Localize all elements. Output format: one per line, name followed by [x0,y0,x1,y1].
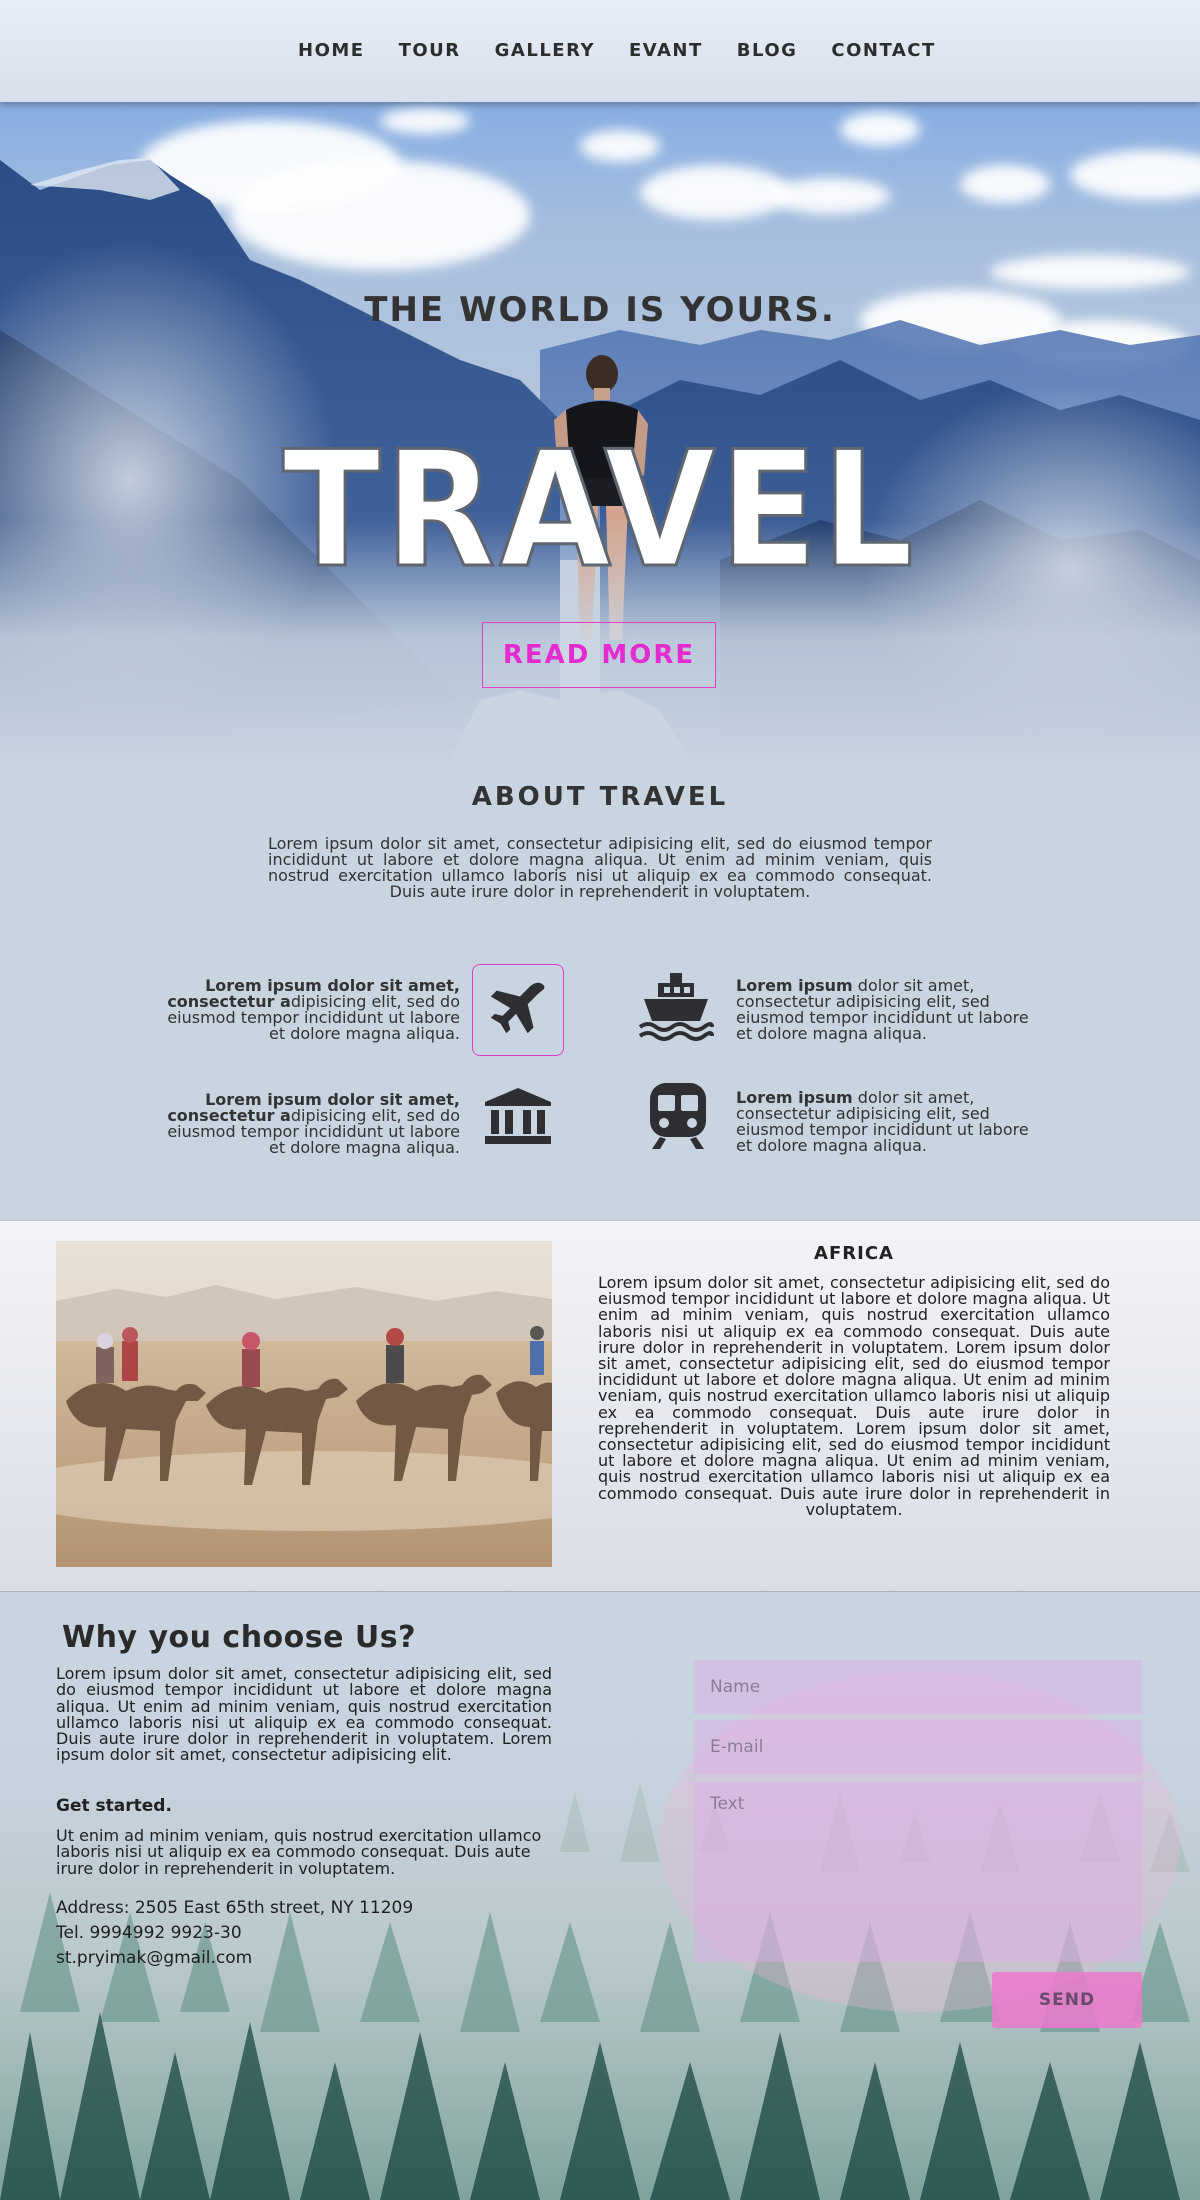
africa-title: AFRICA [814,1243,894,1264]
africa-text: Lorem ipsum dolor sit amet, consectetur … [598,1273,1110,1519]
feature-item-3: Lorem ipsum dolor sit amet, consectetur … [160,1092,460,1156]
nav-item-blog[interactable]: BLOG [737,40,798,61]
nav-item-home[interactable]: HOME [298,40,365,61]
email-input[interactable] [694,1720,1142,1774]
nav-menu: HOME TOUR GALLERY EVANT BLOG CONTACT [298,40,970,61]
contact-section: Why you choose Us? Lorem ipsum dolor sit… [0,1592,1200,2200]
get-started-heading: Get started. [56,1796,172,1816]
why-title: Why you choose Us? [62,1620,417,1655]
address-text: Address: 2505 East 65th street, NY 11209 [56,1898,414,1918]
ship-icon [630,960,722,1052]
email-text: st.pryimak@gmail.com [56,1948,253,1968]
nav-item-evant[interactable]: EVANT [629,40,703,61]
nav-item-gallery[interactable]: GALLERY [495,40,595,61]
hero-title: TRAVEL [281,416,918,603]
airplane-icon[interactable] [472,964,564,1056]
feature-item-2: Lorem ipsum dolor sit amet, consectetur … [736,978,1036,1042]
read-more-button[interactable]: READ MORE [482,622,716,688]
train-icon [632,1070,724,1162]
top-navigation: HOME TOUR GALLERY EVANT BLOG CONTACT [0,0,1200,102]
feature-item-1: Lorem ipsum dolor sit amet, consectetur … [160,978,460,1042]
hero-subtitle: THE WORLD IS YOURS. [364,290,836,330]
africa-photo [56,1241,552,1567]
feature-item-4: Lorem ipsum dolor sit amet, consectetur … [736,1090,1036,1154]
about-text: Lorem ipsum dolor sit amet, consectetur … [268,834,932,901]
message-textarea[interactable] [694,1782,1142,1962]
nav-item-contact[interactable]: CONTACT [831,40,935,61]
why-text-secondary: Ut enim ad minim veniam, quis nostrud ex… [56,1826,542,1878]
send-button[interactable]: SEND [992,1972,1142,2028]
about-title: ABOUT TRAVEL [471,782,729,812]
nav-item-tour[interactable]: TOUR [399,40,461,61]
name-input[interactable] [694,1660,1142,1714]
museum-icon [472,1070,564,1162]
africa-section: AFRICA Lorem ipsum dolor sit amet, conse… [0,1220,1200,1592]
why-text: Lorem ipsum dolor sit amet, consectetur … [56,1664,552,1765]
phone-text: Tel. 9994992 9923-30 [56,1923,242,1943]
